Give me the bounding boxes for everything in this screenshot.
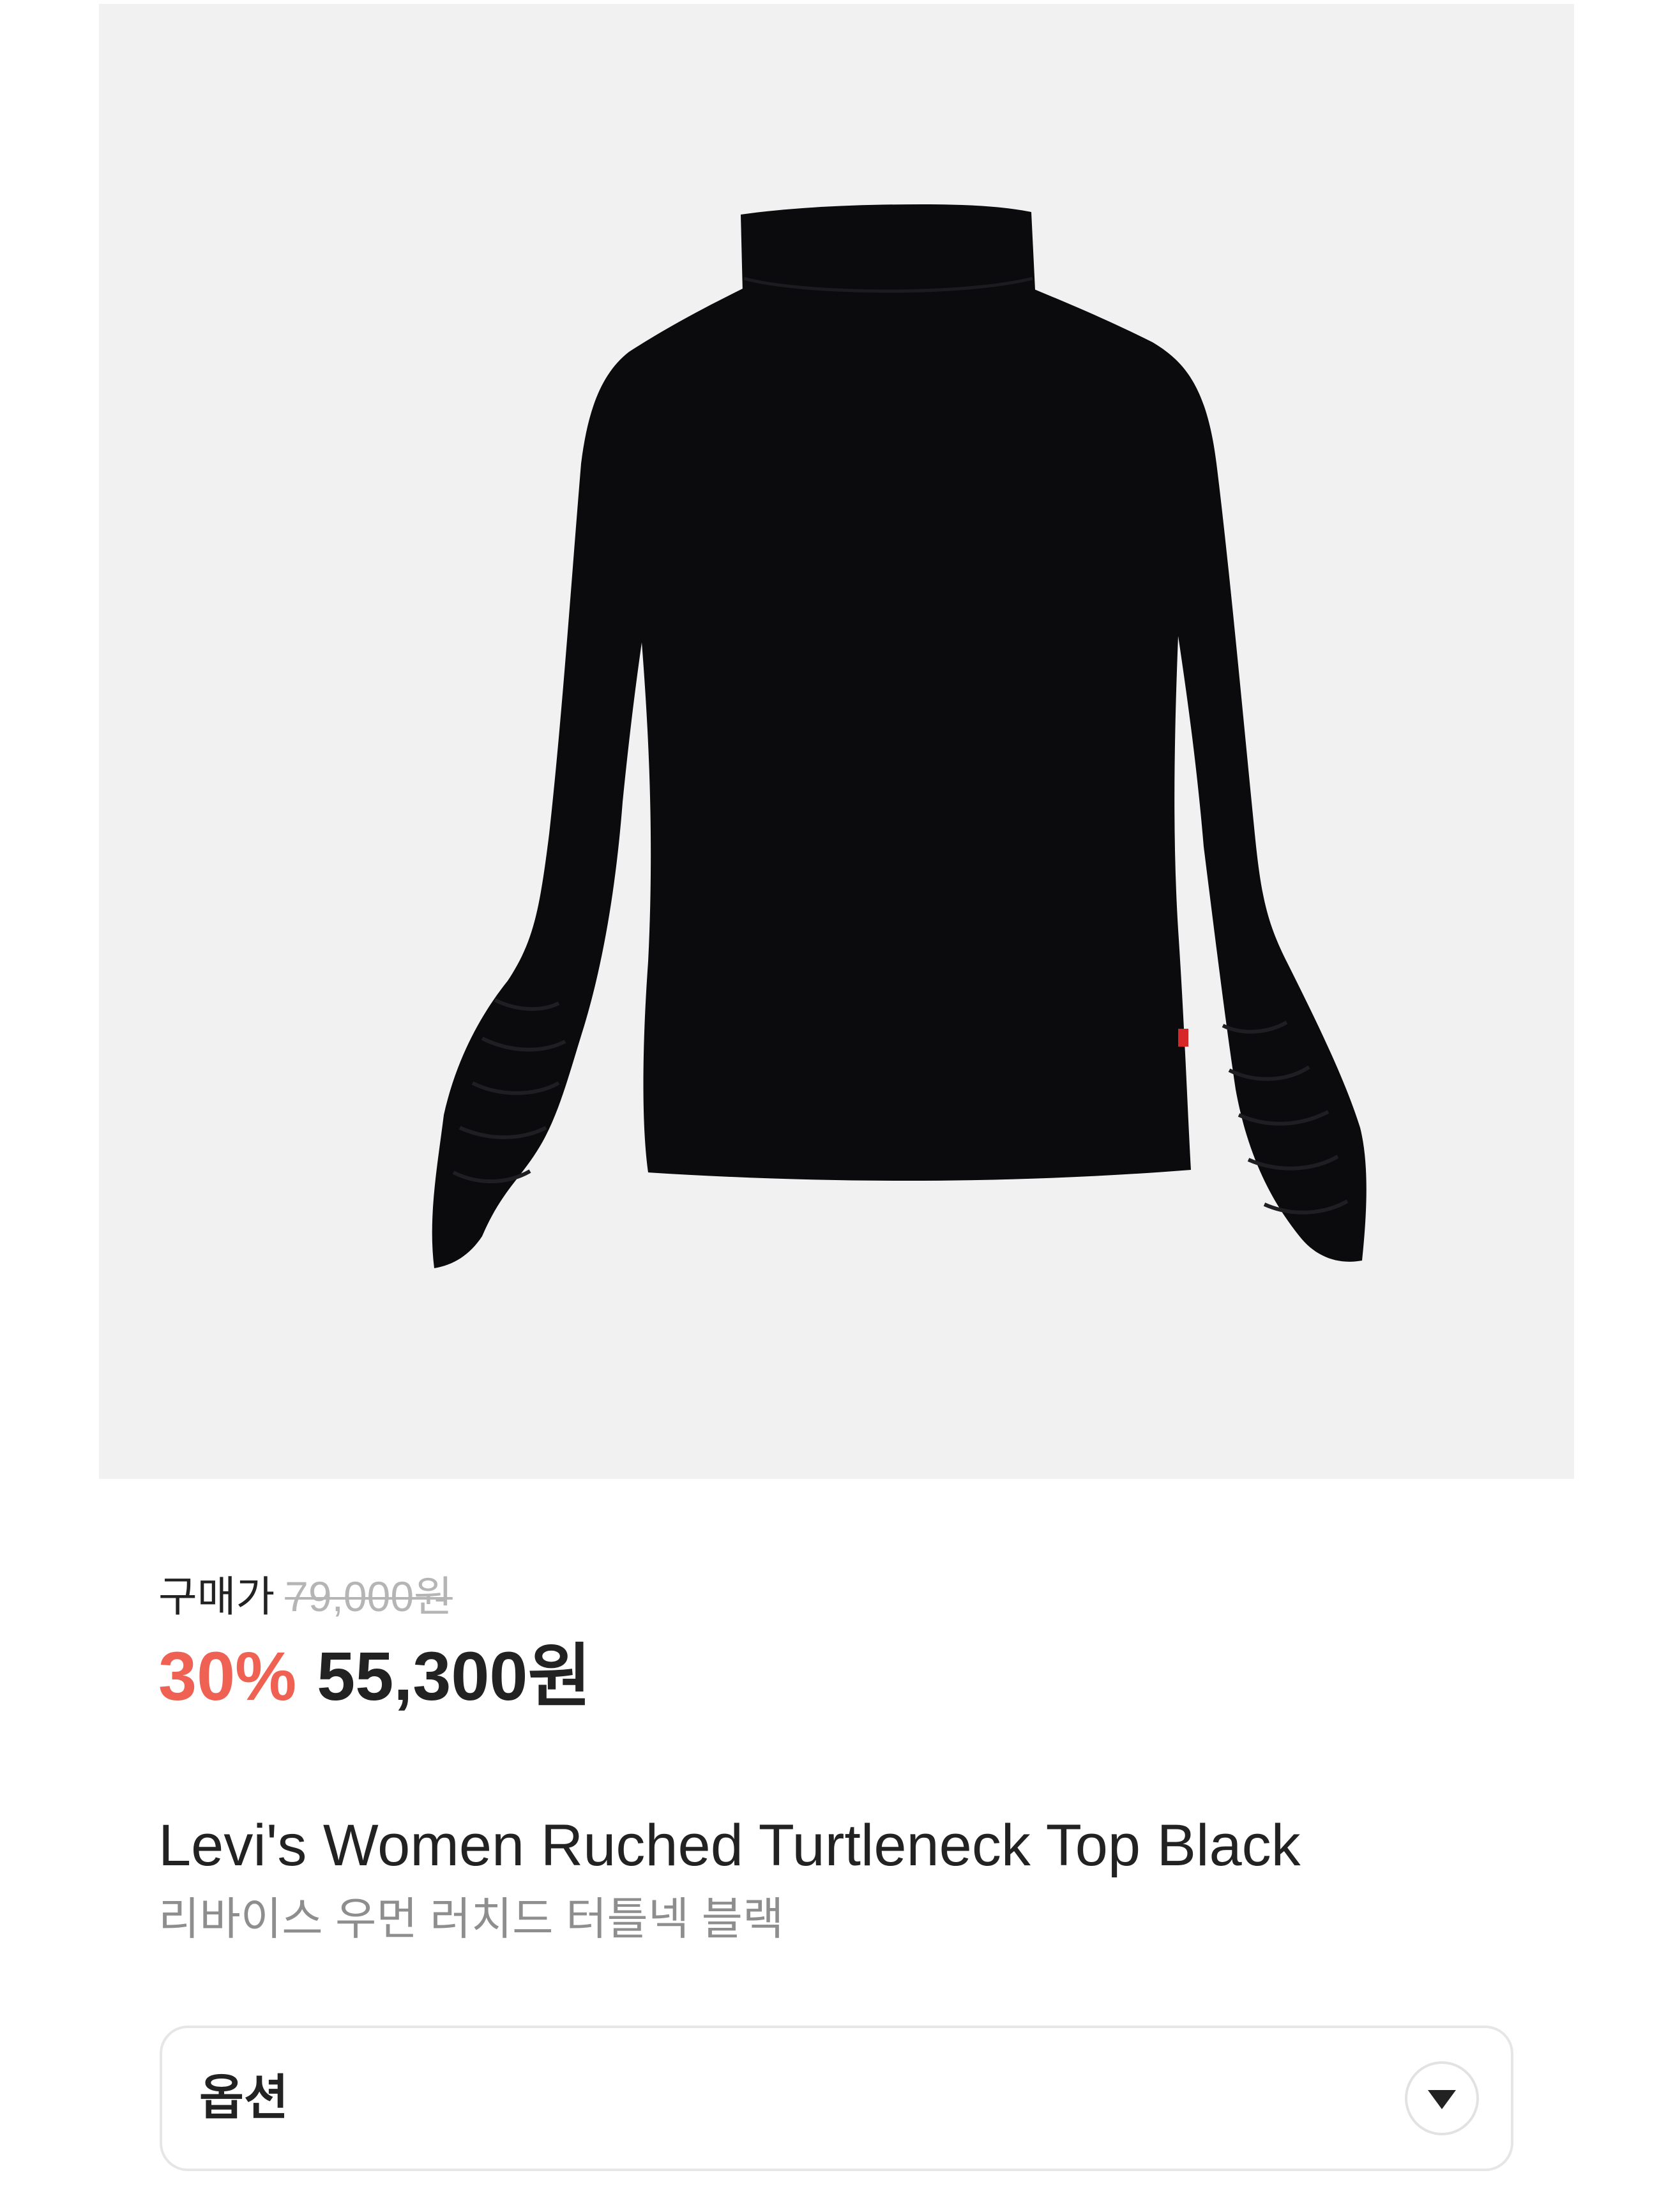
original-price: 79,000원 <box>285 1573 453 1620</box>
product-image <box>99 4 1574 1479</box>
product-name-korean: 리바이스 우먼 러치드 터틀넥 블랙 <box>158 1894 784 1944</box>
red-tab-logo <box>1178 1029 1188 1047</box>
discount-rate: 30% <box>158 1637 297 1715</box>
chevron-down-icon <box>1428 2090 1456 2109</box>
original-price-row: 구매가 79,000원 <box>158 1568 453 1625</box>
dropdown-toggle-button[interactable] <box>1405 2061 1479 2135</box>
price-label: 구매가 <box>158 1573 275 1620</box>
sale-price-row: 30% 55,300원 <box>158 1632 591 1721</box>
option-dropdown[interactable]: 옵션 <box>160 2026 1513 2171</box>
option-label: 옵션 <box>199 2071 289 2125</box>
sale-price: 55,300원 <box>317 1637 591 1715</box>
product-name-english: Levi's Women Ruched Turtleneck Top Black <box>158 1813 1301 1878</box>
turtleneck-top-image <box>432 204 1367 1268</box>
